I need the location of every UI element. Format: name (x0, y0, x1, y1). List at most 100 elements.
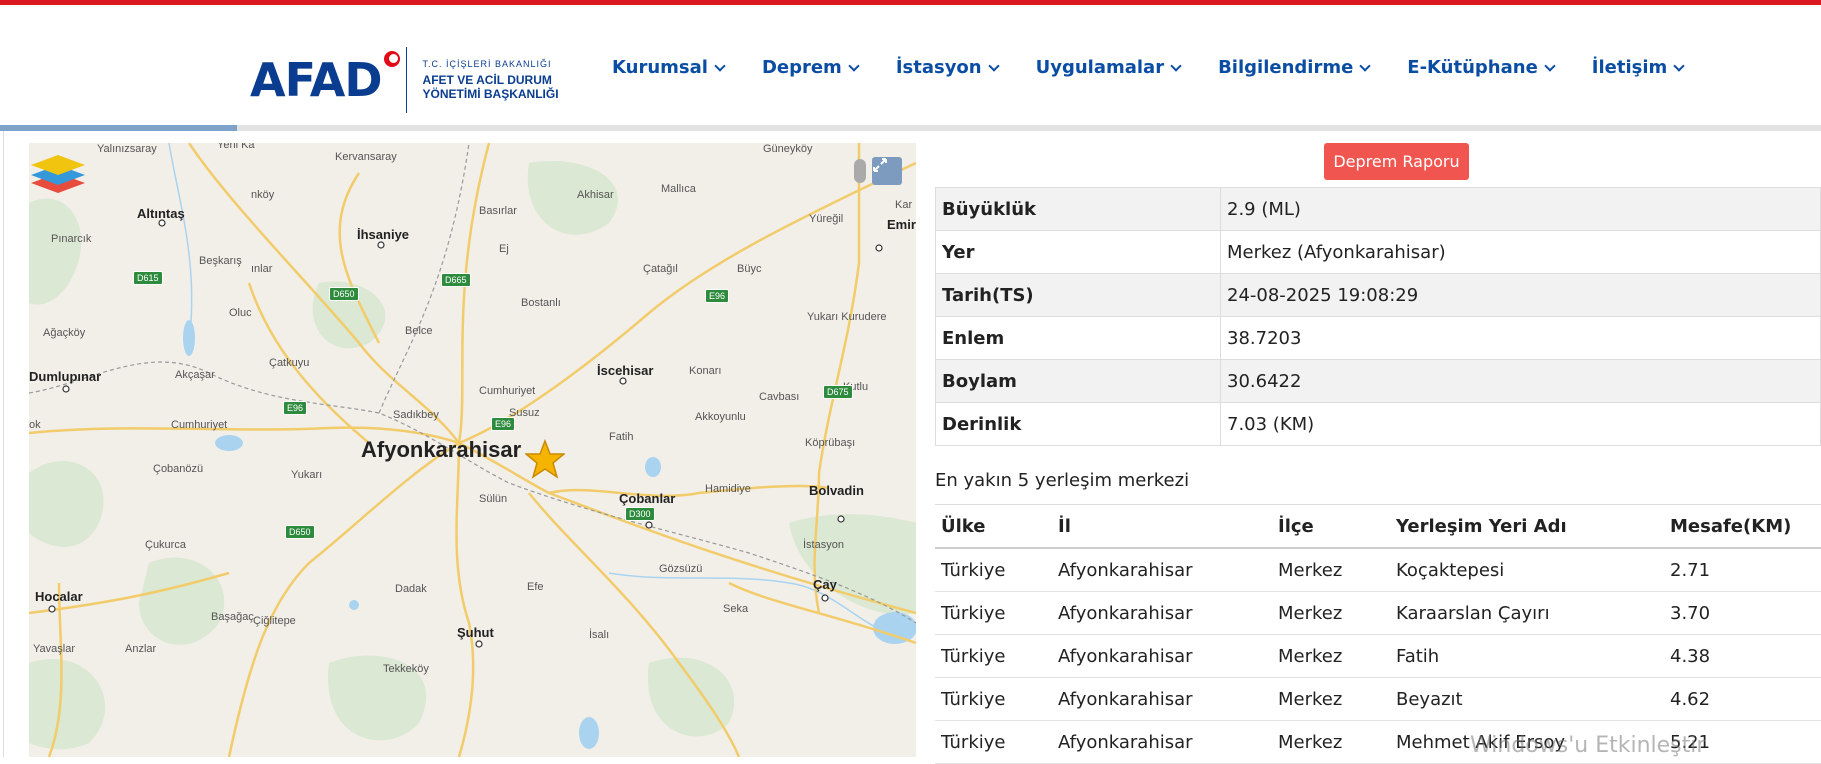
table-cell: 4.38 (1664, 634, 1821, 678)
nav-uygulamalar[interactable]: Uygulamalar (1035, 57, 1182, 78)
detail-key: Enlem (935, 316, 1221, 360)
map-city-label: Hocalar (35, 589, 83, 604)
road-shield: E96 (491, 417, 516, 431)
table-cell: Fatih (1390, 634, 1664, 678)
chevron-down-icon (987, 59, 1000, 72)
column-header: Yerleşim Yeri Adı (1390, 504, 1664, 549)
detail-key: Yer (935, 230, 1221, 274)
chevron-down-icon (1359, 59, 1371, 72)
map-label: Mallıca (661, 183, 696, 195)
star-icon[interactable] (525, 439, 565, 479)
nav-iletisim[interactable]: İletişim (1591, 57, 1685, 78)
column-header: İl (1052, 504, 1272, 549)
logo-agency-line1: AFET VE ACİL DURUM (422, 73, 552, 87)
map-label: Basırlar (479, 205, 517, 217)
map-city-label: Çay (813, 577, 837, 592)
map-label: Yalınızsaray (97, 143, 157, 155)
nav-e-kutuphane[interactable]: E-Kütüphane (1407, 57, 1556, 78)
map-label: Konarı (689, 365, 722, 377)
nav-label: Kurumsal (612, 57, 708, 78)
map-label: Çukurca (145, 539, 186, 551)
table-cell: Koçaktepesi (1390, 548, 1664, 592)
table-cell: Türkiye (935, 548, 1052, 592)
nav-label: İletişim (1591, 57, 1668, 78)
map-label: İstasyon (803, 539, 844, 551)
road-shield: D300 (625, 507, 655, 521)
detail-row: Enlem 38.7203 (935, 316, 1821, 360)
earthquake-map[interactable]: Yalınızsaray Yeni Ka Kervansaray Güneykö… (29, 143, 916, 757)
road-shield: D615 (133, 271, 163, 285)
nav-kurumsal[interactable]: Kurumsal (612, 57, 726, 78)
map-label: Akkoyunlu (695, 411, 746, 423)
expand-icon[interactable] (872, 157, 902, 185)
table-cell: Afyonkarahisar (1052, 634, 1272, 678)
map-label: Yavaşlar (33, 643, 75, 655)
chevron-down-icon (848, 59, 860, 72)
map-label: Çiğlitepe (253, 615, 296, 627)
table-row: Türkiye Afyonkarahisar Merkez Karaarslan… (935, 591, 1821, 635)
road-shield: E96 (705, 289, 730, 303)
map-label: Başağaç (211, 611, 254, 623)
chevron-down-icon (714, 59, 726, 72)
table-header-row: Ülke İl İlçe Yerleşim Yeri Adı Mesafe(KM… (935, 504, 1821, 549)
table-cell: Merkez (1272, 720, 1390, 764)
map-label: Bostanlı (521, 297, 561, 309)
map-label: Fatih (609, 431, 634, 443)
crescent-star-icon (383, 51, 400, 67)
logo-ministry: T.C. İÇİŞLERİ BAKANLIĞI (422, 59, 552, 69)
left-divider (3, 131, 4, 757)
map-city-label: Dumlupınar (29, 369, 102, 384)
earthquake-details-table: Büyüklük 2.9 (ML) Yer Merkez (Afyonkarahis… (935, 187, 1821, 446)
map-city-label: İhsaniye (357, 227, 410, 242)
map-capital-label: Afyonkarahisar (361, 437, 522, 462)
column-header: İlçe (1272, 504, 1390, 549)
nearest-settlements-table: Ülke İl İlçe Yerleşim Yeri Adı Mesafe(KM… (935, 504, 1821, 764)
afad-logo[interactable]: AFAD T.C. İÇİŞLERİ BAKANLIĞI AFET VE ACİ… (250, 47, 559, 113)
map-label: ok (29, 419, 41, 431)
map-label: Sadıkbey (393, 409, 439, 421)
map-label: Hamidiye (705, 483, 751, 495)
nav-bilgilendirme[interactable]: Bilgilendirme (1218, 57, 1371, 78)
detail-key: Büyüklük (935, 187, 1221, 231)
nav-deprem[interactable]: Deprem (762, 57, 860, 78)
detail-value: Merkez (Afyonkarahisar) (1220, 230, 1821, 274)
table-cell: Merkez (1272, 548, 1390, 592)
logo-agency-line2: YÖNETİMİ BAŞKANLIĞI (422, 87, 559, 101)
layers-icon[interactable] (29, 143, 87, 201)
table-row: Türkiye Afyonkarahisar Merkez Koçaktepes… (935, 548, 1821, 592)
detail-key: Tarih(TS) (935, 273, 1221, 317)
map-label: Yeni Ka (217, 143, 255, 151)
detail-key: Derinlik (935, 402, 1221, 446)
deprem-raporu-button[interactable]: Deprem Raporu (1324, 143, 1469, 180)
table-cell: 2.71 (1664, 548, 1821, 592)
detail-row: Derinlik 7.03 (KM) (935, 402, 1821, 446)
table-cell: Türkiye (935, 634, 1052, 678)
chevron-down-icon (1544, 59, 1556, 72)
map-label: Yukarı Kurudere (807, 311, 887, 323)
map-city-label: Bolvadin (809, 483, 864, 498)
detail-key: Boylam (935, 359, 1221, 403)
table-cell: Türkiye (935, 677, 1052, 721)
chevron-down-icon (1673, 59, 1685, 72)
table-cell: 3.70 (1664, 591, 1821, 635)
nav-istasyon[interactable]: İstasyon (896, 57, 1000, 78)
map-label: Efe (527, 581, 544, 593)
nav-label: Uygulamalar (1035, 57, 1165, 78)
table-cell: Merkez (1272, 634, 1390, 678)
detail-value: 24-08-2025 19:08:29 (1220, 273, 1821, 317)
map-label: Güneyköy (763, 143, 813, 155)
table-cell: Türkiye (935, 591, 1052, 635)
map-label: Çatkuyu (269, 357, 310, 369)
column-header: Ülke (935, 504, 1052, 549)
map-scroll-handle[interactable] (854, 159, 866, 183)
detail-value: 30.6422 (1220, 359, 1821, 403)
map-label: nköy (251, 189, 275, 201)
map-label: Cumhuriyet (479, 385, 536, 397)
map-label: Köprübaşı (805, 437, 856, 449)
map-city-label: Şuhut (457, 625, 494, 640)
map-label: Yukarı (291, 469, 323, 481)
detail-row: Yer Merkez (Afyonkarahisar) (935, 230, 1821, 274)
table-cell: Merkez (1272, 591, 1390, 635)
page-progress-fill (0, 125, 237, 131)
map-label: İsalı (589, 629, 610, 641)
